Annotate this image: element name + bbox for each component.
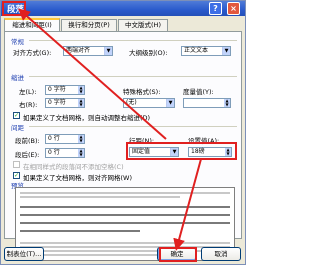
- special-format-label: 特殊格式(S):: [123, 88, 161, 96]
- help-button[interactable]: ?: [209, 2, 222, 15]
- indent-section-title: 缩进: [11, 74, 24, 82]
- preview-line: [20, 192, 230, 194]
- spacing-before-label: 段前(B):: [15, 137, 40, 145]
- paragraph-dialog: 段落 ? × 缩进和间距(I) 换行和分页(P) 中文版式(H) 常规 对齐方式…: [0, 0, 246, 265]
- special-format-select[interactable]: (无) ▼: [123, 98, 175, 108]
- chevron-down-icon[interactable]: ▼: [222, 47, 230, 55]
- snap-to-grid-checkbox[interactable]: ✓: [13, 172, 20, 179]
- spacing-after-label: 段后(E):: [15, 151, 40, 159]
- no-space-same-style-checkbox[interactable]: [13, 161, 20, 168]
- spin-arrows-icon[interactable]: ▲ ▼: [224, 99, 230, 107]
- spacing-before-stepper[interactable]: 0 行 ▲ ▼: [45, 134, 85, 144]
- preview-line: [20, 222, 230, 224]
- indent-left-label: 左(L):: [19, 88, 37, 96]
- outline-level-value: 正文文本: [184, 47, 209, 54]
- spacing-highlight-box: [126, 142, 237, 160]
- tab-line-page-breaks[interactable]: 换行和分页(P): [61, 19, 117, 31]
- indent-right-value: 0 字符: [48, 99, 66, 106]
- preview-line: [20, 246, 230, 248]
- ok-highlight-box: [159, 247, 197, 262]
- cancel-button[interactable]: 取消: [201, 247, 241, 261]
- title-bar[interactable]: 段落 ? ×: [1, 1, 245, 16]
- spin-arrows-icon[interactable]: ▲ ▼: [78, 135, 84, 143]
- indent-left-stepper[interactable]: 0 字符 ▲ ▼: [45, 85, 85, 95]
- title-highlight-box: [2, 1, 26, 16]
- outline-level-select[interactable]: 正文文本 ▼: [181, 46, 231, 56]
- indent-left-value: 0 字符: [48, 86, 66, 93]
- preview-line: [20, 214, 230, 216]
- preview-line: [20, 206, 230, 208]
- spin-arrows-icon[interactable]: ▲ ▼: [78, 99, 84, 107]
- spacing-before-value: 0 行: [48, 135, 60, 142]
- preview-line: [20, 250, 230, 252]
- preview-line: [20, 196, 180, 198]
- chevron-down-icon[interactable]: ▼: [166, 99, 174, 107]
- indent-right-stepper[interactable]: 0 字符 ▲ ▼: [45, 98, 85, 108]
- tab-panel: 常规 对齐方式(G): 两端对齐 ▼ 大纲级别(O): 正文文本 ▼ 缩进 左(…: [4, 31, 242, 261]
- outline-level-label: 大纲级别(O):: [129, 49, 168, 57]
- indent-by-label: 度量值(Y):: [183, 88, 214, 96]
- spin-arrows-icon[interactable]: ▲ ▼: [78, 149, 84, 157]
- special-format-value: (无): [126, 99, 137, 106]
- divider: [29, 40, 237, 41]
- general-section-title: 常规: [11, 38, 24, 46]
- indent-right-label: 右(R):: [19, 101, 38, 109]
- divider: [29, 126, 237, 127]
- tab-indent-spacing[interactable]: 缩进和间距(I): [4, 18, 60, 32]
- spacing-after-value: 0 行: [48, 149, 60, 156]
- tab-asian-typography[interactable]: 中文版式(H): [118, 19, 168, 31]
- preview-line: [20, 230, 140, 232]
- spacing-section-title: 间距: [11, 124, 24, 132]
- indent-by-stepper[interactable]: ▲ ▼: [183, 98, 231, 108]
- chevron-down-icon[interactable]: ▼: [104, 47, 112, 55]
- alignment-label: 对齐方式(G):: [13, 49, 52, 57]
- tab-stops-button[interactable]: 制表位(T)...: [4, 247, 44, 261]
- spin-arrows-icon[interactable]: ▲ ▼: [78, 86, 84, 94]
- auto-adjust-indent-label: 如果定义了文档网格，则自动调整右缩进(D): [23, 114, 151, 122]
- preview-line: [20, 242, 230, 244]
- divider: [29, 76, 237, 77]
- no-space-same-style-label: 在相同样式的段落间不添加空格(C): [23, 163, 124, 171]
- alignment-value: 两端对齐: [66, 47, 91, 54]
- close-button[interactable]: ×: [227, 2, 240, 15]
- spacing-after-stepper[interactable]: 0 行 ▲ ▼: [45, 148, 85, 158]
- alignment-select[interactable]: 两端对齐 ▼: [63, 46, 113, 56]
- auto-adjust-indent-checkbox[interactable]: ✓: [13, 112, 20, 119]
- snap-to-grid-label: 如果定义了文档网格，则对齐网格(W): [23, 174, 132, 182]
